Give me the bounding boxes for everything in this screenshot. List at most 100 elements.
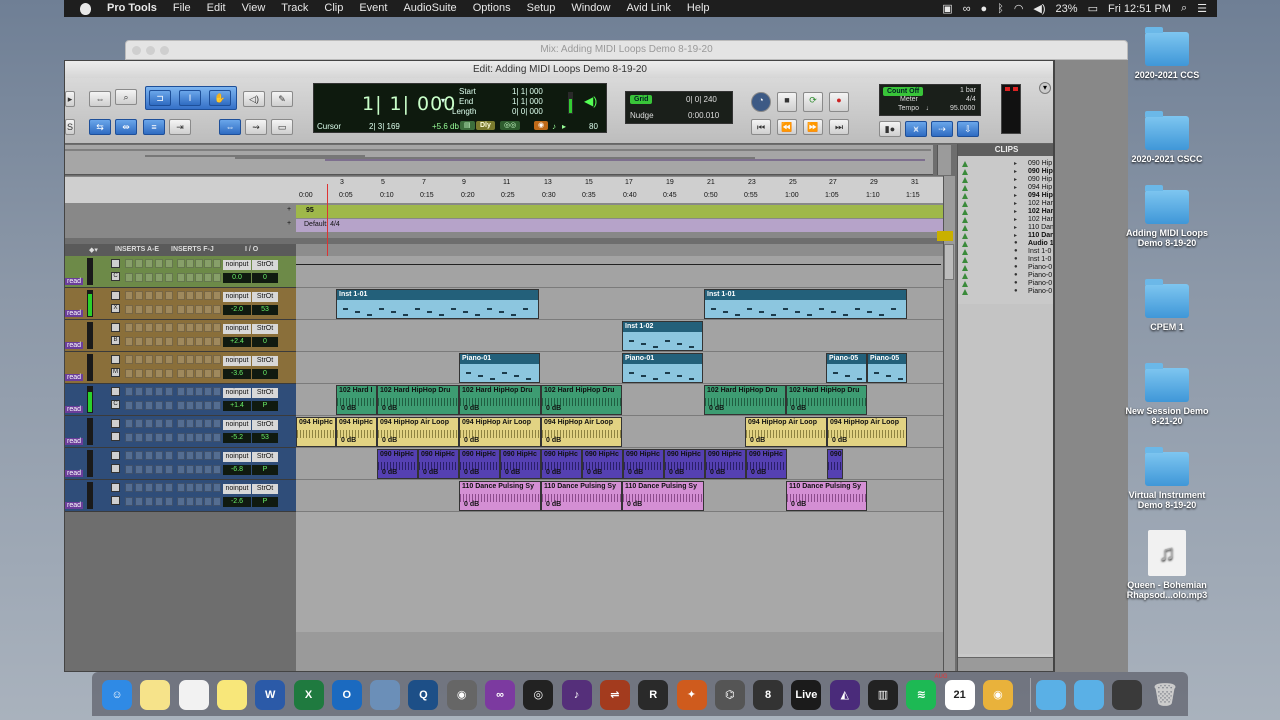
clip[interactable]: 102 Hard HipHop Dru 0 dB bbox=[541, 385, 622, 415]
insert-slot[interactable] bbox=[125, 483, 133, 492]
media-app-icon[interactable]: ⇌ bbox=[599, 680, 630, 710]
insert-slot[interactable] bbox=[177, 305, 185, 314]
insert-slot[interactable] bbox=[195, 355, 203, 364]
insert-slot[interactable] bbox=[135, 451, 143, 460]
clips-list-scrollbar[interactable] bbox=[958, 657, 1053, 671]
menu-track[interactable]: Track bbox=[273, 0, 316, 17]
insert-slot[interactable] bbox=[195, 387, 203, 396]
insert-slot[interactable] bbox=[186, 305, 194, 314]
solo-button[interactable] bbox=[111, 387, 120, 396]
rewind-button[interactable]: ⏪ bbox=[777, 119, 797, 135]
excel-icon[interactable]: X bbox=[293, 680, 324, 710]
wifi-icon[interactable]: ◠ bbox=[1014, 2, 1024, 15]
insert-slot[interactable] bbox=[145, 291, 153, 300]
disclosure-icon[interactable]: ● bbox=[1014, 256, 1018, 262]
insert-slot[interactable] bbox=[195, 419, 203, 428]
clip-gain[interactable]: 0 dB bbox=[546, 469, 561, 476]
clip[interactable]: 090 HipHc 0 dB bbox=[500, 449, 541, 479]
pan-readout[interactable]: 0 bbox=[252, 273, 278, 283]
insert-slot[interactable] bbox=[155, 483, 163, 492]
calendar-icon[interactable]: 21 bbox=[944, 680, 975, 710]
clip[interactable]: 110 Dance Pulsing Sy 0 dB bbox=[786, 481, 867, 511]
insert-slot[interactable] bbox=[135, 497, 143, 506]
insert-slot[interactable] bbox=[145, 273, 153, 282]
insert-slot[interactable] bbox=[165, 433, 173, 442]
clip[interactable]: Piano-05 bbox=[826, 353, 867, 383]
timeline[interactable]: Inst 1-01 Inst 1-01 Inst 1-02 Piano-01 Piano… bbox=[296, 184, 943, 671]
zoom-toggle-icon[interactable]: ⇔ bbox=[89, 91, 111, 107]
automation-mode[interactable]: read bbox=[65, 310, 84, 317]
empty-timeline[interactable] bbox=[296, 512, 943, 632]
clip[interactable]: 094 HipHop Air Loop 0 dB bbox=[459, 417, 541, 447]
clip[interactable]: 090 bbox=[827, 449, 843, 479]
chrome-icon[interactable]: ◉ bbox=[982, 680, 1013, 710]
notes-icon[interactable] bbox=[216, 680, 247, 710]
link-timeline-button[interactable]: ⇔ bbox=[219, 119, 241, 135]
merge-button[interactable]: ⇢ bbox=[931, 121, 953, 137]
ableton-icon[interactable]: Live bbox=[791, 680, 822, 710]
menu-event[interactable]: Event bbox=[351, 0, 395, 17]
clip[interactable]: Piano-01 bbox=[459, 353, 540, 383]
count-off-button[interactable]: Count Off bbox=[883, 87, 924, 96]
bars-beats-ruler[interactable]: 3 5 7 9 11 13 15 17 19 21 23 25 27 29 31 bbox=[65, 177, 955, 190]
desktop-item[interactable]: 2020-2021 CSCC bbox=[1122, 111, 1212, 164]
insert-slot[interactable] bbox=[195, 401, 203, 410]
insert-slot[interactable] bbox=[125, 451, 133, 460]
insert-slot[interactable] bbox=[165, 451, 173, 460]
insert-slot[interactable] bbox=[145, 465, 153, 474]
clip-gain[interactable]: 0 dB bbox=[341, 405, 356, 412]
output-selector[interactable]: StrOt bbox=[252, 260, 278, 270]
clips-list-item[interactable]: 110 Dan bbox=[1028, 232, 1053, 239]
clip-gain[interactable]: 0 dB bbox=[464, 469, 479, 476]
clip-gain[interactable]: 0 dB bbox=[464, 501, 479, 508]
clip-gain[interactable]: 0 dB bbox=[750, 437, 765, 444]
clips-list-item[interactable]: 090 Hip bbox=[1028, 168, 1053, 175]
insert-slot[interactable] bbox=[135, 273, 143, 282]
clip[interactable]: 094 HipHop Air Loop 0 dB bbox=[541, 417, 622, 447]
pan-readout[interactable]: P bbox=[252, 401, 278, 411]
disclosure-icon[interactable]: ● bbox=[1014, 264, 1018, 270]
meter-ruler[interactable]: Default: 4/4 bbox=[296, 219, 955, 232]
insert-slot[interactable] bbox=[186, 291, 194, 300]
input-selector[interactable]: noinput bbox=[223, 388, 251, 398]
clip-gain[interactable]: 0 dB bbox=[791, 501, 806, 508]
output-selector[interactable]: StrOt bbox=[252, 356, 278, 366]
insert-slot[interactable] bbox=[135, 259, 143, 268]
clips-list-item[interactable]: 102 Har bbox=[1028, 200, 1053, 207]
insert-slot[interactable] bbox=[195, 369, 203, 378]
disclosure-icon[interactable]: ▸ bbox=[1014, 216, 1017, 223]
clip-gain[interactable]: 0 dB bbox=[382, 405, 397, 412]
insert-slot[interactable] bbox=[155, 433, 163, 442]
record-safe-icon[interactable]: ◉ bbox=[534, 121, 549, 130]
track-option-button[interactable]: X bbox=[111, 304, 120, 313]
insert-slot[interactable] bbox=[165, 273, 173, 282]
insert-slot[interactable] bbox=[177, 451, 185, 460]
scrubber-tool-icon[interactable]: ◁) bbox=[243, 91, 265, 107]
insert-slot[interactable] bbox=[165, 337, 173, 346]
insert-slot[interactable] bbox=[177, 291, 185, 300]
insert-slot[interactable] bbox=[135, 369, 143, 378]
insert-slot[interactable] bbox=[155, 259, 163, 268]
go-to-end-button[interactable]: ⏭ bbox=[829, 119, 849, 135]
clips-list-item[interactable]: Inst 1-0 bbox=[1028, 256, 1051, 263]
disclosure-icon[interactable]: ▸ bbox=[1014, 208, 1017, 215]
insert-slot[interactable] bbox=[195, 465, 203, 474]
preview-icon[interactable] bbox=[370, 680, 401, 710]
insert-slot[interactable] bbox=[155, 401, 163, 410]
insert-slot[interactable] bbox=[145, 369, 153, 378]
trim-tool-icon[interactable]: ⊐ bbox=[149, 90, 171, 106]
clips-list-item[interactable]: Inst 1-0 bbox=[1028, 248, 1051, 255]
pan-readout[interactable]: 53 bbox=[252, 305, 278, 315]
insert-slot[interactable] bbox=[125, 355, 133, 364]
clips-list-item[interactable]: 094 Hip bbox=[1028, 192, 1053, 199]
track-option-button[interactable] bbox=[111, 432, 120, 441]
insert-slot[interactable] bbox=[155, 387, 163, 396]
insert-slot[interactable] bbox=[213, 259, 221, 268]
clips-list-header[interactable]: CLIPS bbox=[958, 144, 1053, 156]
disclosure-icon[interactable]: ▸ bbox=[1014, 184, 1017, 191]
insert-slot[interactable] bbox=[213, 387, 221, 396]
tab-to-transient-button[interactable]: ▭ bbox=[271, 119, 293, 135]
loop-play-button[interactable]: ⟳ bbox=[803, 92, 823, 112]
clip[interactable]: 094 HipHop Air Loop 0 dB bbox=[745, 417, 827, 447]
volume-readout[interactable]: -5.2 bbox=[223, 433, 251, 443]
